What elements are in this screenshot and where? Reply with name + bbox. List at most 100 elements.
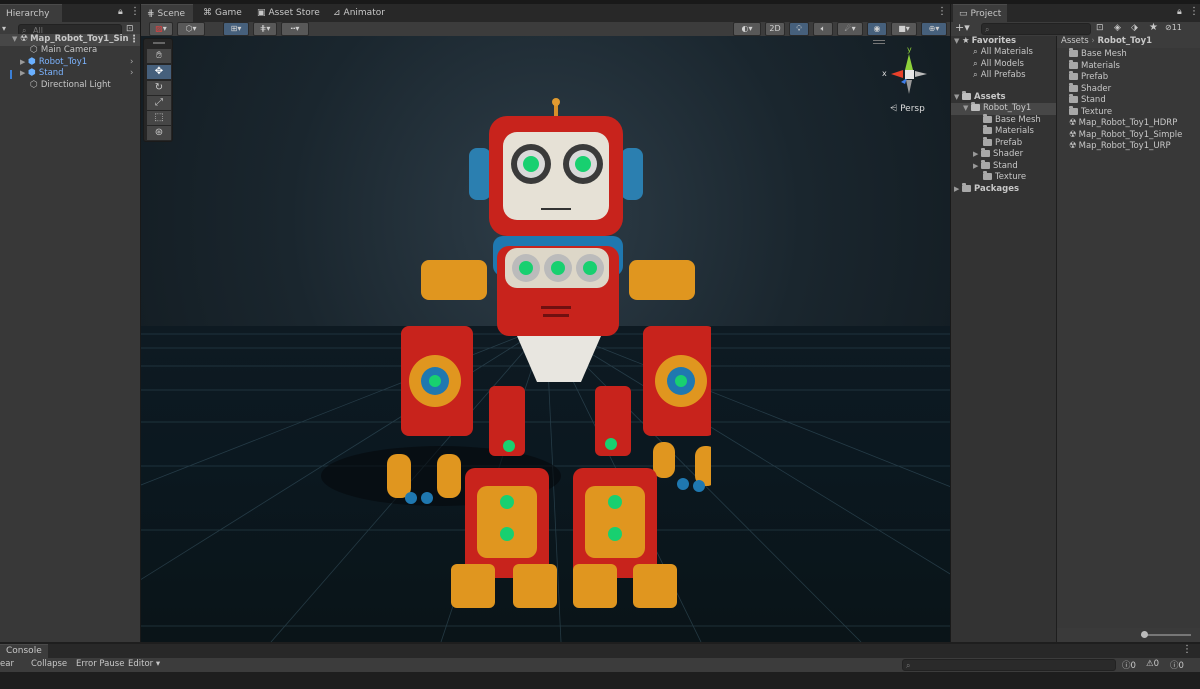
tag-icon[interactable]: ⬗ — [1131, 23, 1138, 33]
grid-visibility-button[interactable]: ⋕▾ — [253, 22, 277, 36]
render-mode-button[interactable]: ◐▾ — [733, 22, 761, 36]
collapsed-triangle-icon[interactable]: ▶ — [20, 57, 28, 69]
panel-splitter[interactable] — [1056, 36, 1057, 642]
expand-triangle-icon[interactable]: ▼ — [963, 103, 971, 115]
file-prefab[interactable]: Prefab — [1069, 71, 1108, 84]
file-map-simple[interactable]: ☢ Map_Robot_Toy1_Simple — [1069, 130, 1182, 142]
collapsed-triangle-icon[interactable]: ▶ — [973, 161, 981, 173]
icon-size-slider-thumb[interactable] — [1141, 631, 1148, 638]
error-toggle[interactable]: ⓘ0 — [1170, 659, 1184, 671]
kebab-menu-icon[interactable]: ⋮ — [130, 6, 140, 17]
collapsed-triangle-icon[interactable]: ▶ — [20, 68, 28, 80]
tab-game[interactable]: ⌘ Game — [197, 4, 247, 22]
kebab-menu-icon[interactable]: ⋮ — [1189, 6, 1199, 17]
packages-folder[interactable]: ▶ Packages — [951, 183, 1056, 196]
file-materials[interactable]: Materials — [1069, 60, 1120, 73]
gizmos-button[interactable]: ⊕▾ — [921, 22, 947, 36]
expand-triangle-icon[interactable]: ▼ — [12, 34, 20, 46]
collapsed-triangle-icon[interactable]: ▶ — [954, 184, 962, 196]
file-base-mesh[interactable]: Base Mesh — [1069, 48, 1127, 61]
camera-settings-button[interactable]: ■▾ — [891, 22, 917, 36]
increment-snap-button[interactable]: ┅▾ — [281, 22, 309, 36]
console-log-area[interactable] — [0, 672, 1200, 689]
hierarchy-item-robot-toy1[interactable]: ▶ ⬢ Robot_Toy1 › — [0, 57, 140, 69]
tab-scene[interactable]: ⋕ Scene — [141, 4, 193, 22]
hierarchy-item-directional-light[interactable]: ⬡ Directional Light — [0, 80, 140, 92]
error-pause-button[interactable]: Error Pause — [76, 659, 124, 669]
info-message-toggle[interactable]: ⓘ0 — [1122, 659, 1136, 671]
lighting-toggle-button[interactable]: 💡︎ — [789, 22, 809, 36]
scene-viewport[interactable]: ✋︎ ✥ ↻ ⤢ ⬚ ⊛ y x ⩤ Persp — [141, 36, 950, 642]
folder-icon — [1069, 71, 1078, 80]
transform-tool-icon[interactable]: ⊛ — [147, 126, 171, 140]
tree-folder-base-mesh[interactable]: Base Mesh — [951, 114, 1056, 127]
draw-mode-button[interactable]: ▨▾ — [149, 22, 173, 36]
palette-drag-handle[interactable] — [153, 42, 165, 44]
scene-menu-icon[interactable]: ⋮ — [129, 34, 139, 46]
favorite-all-materials[interactable]: ⌕ All Materials — [951, 47, 1056, 59]
breadcrumb-assets[interactable]: Assets — [1061, 36, 1089, 46]
file-map-urp[interactable]: ☢ Map_Robot_Toy1_URP — [1069, 141, 1171, 153]
file-map-hdrp[interactable]: ☢ Map_Robot_Toy1_HDRP — [1069, 118, 1177, 130]
scene-search-icon[interactable]: ⊡ — [126, 24, 134, 34]
favorite-all-prefabs[interactable]: ⌕ All Prefabs — [951, 70, 1056, 82]
projection-toggle[interactable]: ⩤ Persp — [890, 104, 925, 114]
tree-folder-stand[interactable]: ▶ Stand — [951, 160, 1056, 173]
kebab-menu-icon[interactable]: ⋮ — [1182, 644, 1192, 655]
search-by-type-icon[interactable]: ⊡ — [1096, 23, 1104, 33]
scale-tool-icon[interactable]: ⤢ — [147, 96, 171, 110]
tree-folder-prefab[interactable]: Prefab — [951, 137, 1056, 150]
warning-toggle[interactable]: ⚠0 — [1146, 659, 1159, 669]
expand-triangle-icon[interactable]: ▼ — [954, 36, 962, 48]
file-shader[interactable]: Shader — [1069, 83, 1111, 96]
tree-folder-texture[interactable]: Texture — [951, 171, 1056, 184]
move-tool-icon[interactable]: ✥ — [147, 65, 171, 79]
tab-console[interactable]: Console — [0, 644, 48, 658]
gizmo-mode-button[interactable]: ⬡▾ — [177, 22, 205, 36]
tree-folder-materials[interactable]: Materials — [951, 125, 1056, 138]
robot-model[interactable] — [381, 96, 711, 616]
chevron-right-icon[interactable]: › — [130, 68, 133, 80]
breadcrumb-robot-toy1[interactable]: Robot_Toy1 — [1097, 36, 1152, 46]
effects-toggle-button[interactable]: ☄▾ — [837, 22, 863, 36]
clear-button[interactable]: ear — [0, 659, 14, 669]
create-dropdown-icon[interactable]: ▾ — [2, 24, 6, 33]
rect-tool-icon[interactable]: ⬚ — [147, 111, 171, 125]
hidden-objects-toggle-button[interactable]: ◉ — [867, 22, 887, 36]
tab-asset-store[interactable]: ▣ Asset Store — [251, 4, 323, 22]
hierarchy-item-scene[interactable]: ▼ ☢ Map_Robot_Toy1_Sin ⋮ — [0, 34, 140, 46]
hand-tool-icon[interactable]: ✋︎ — [147, 49, 171, 63]
lock-icon[interactable]: 🔒︎ — [118, 7, 123, 17]
file-stand[interactable]: Stand — [1069, 94, 1106, 107]
file-texture[interactable]: Texture — [1069, 106, 1112, 119]
chevron-right-icon[interactable]: › — [130, 57, 133, 69]
assets-folder[interactable]: ▼ Assets — [951, 91, 1056, 104]
tree-folder-shader[interactable]: ▶ Shader — [951, 148, 1056, 161]
kebab-menu-icon[interactable]: ⋮ — [937, 6, 947, 17]
add-asset-icon[interactable]: +▾ — [955, 22, 970, 34]
tab-hierarchy[interactable]: Hierarchy — [0, 4, 62, 22]
lock-icon[interactable]: 🔒︎ — [1177, 7, 1182, 17]
hidden-packages-toggle[interactable]: ⊘11 — [1165, 23, 1182, 32]
hierarchy-item-main-camera[interactable]: ⬡ Main Camera — [0, 45, 140, 57]
expand-triangle-icon[interactable]: ▼ — [954, 92, 962, 104]
icon-size-slider-track[interactable] — [1141, 634, 1191, 636]
toggle-2d-button[interactable]: 2D — [765, 22, 785, 36]
collapse-button[interactable]: Collapse — [31, 659, 67, 669]
console-search-input[interactable]: ⌕ — [902, 659, 1116, 671]
hierarchy-item-stand[interactable]: ▶ ⬢ Stand › — [0, 68, 140, 80]
tab-project[interactable]: ▭ Project — [953, 4, 1007, 22]
audio-toggle-button[interactable]: 🔈︎ — [813, 22, 833, 36]
collapsed-triangle-icon[interactable]: ▶ — [973, 149, 981, 161]
search-by-label-icon[interactable]: ◈ — [1114, 23, 1121, 33]
project-search-input[interactable]: ⌕ — [981, 23, 1091, 35]
editor-dropdown[interactable]: Editor ▾ — [128, 659, 160, 669]
tab-animator[interactable]: ⊿ Animator — [327, 4, 387, 22]
editor-label: Editor — [128, 659, 154, 669]
grid-snap-button[interactable]: ⊞▾ — [223, 22, 249, 36]
rotate-tool-icon[interactable]: ↻ — [147, 81, 171, 95]
favorite-all-models[interactable]: ⌕ All Models — [951, 59, 1056, 71]
tree-folder-robot-toy1[interactable]: ▼ Robot_Toy1 — [951, 102, 1056, 115]
favorite-star-icon[interactable]: ★ — [1149, 22, 1158, 33]
favorites-header[interactable]: ▼ ★ Favorites — [951, 36, 1056, 48]
